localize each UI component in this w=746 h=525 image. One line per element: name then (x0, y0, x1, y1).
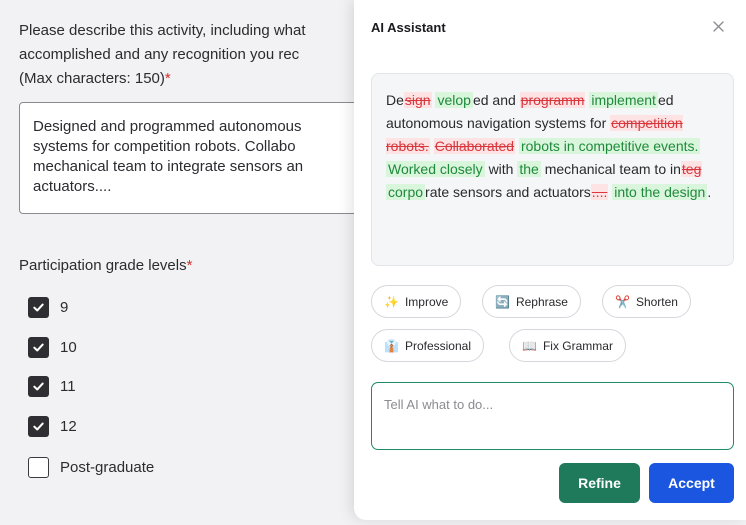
grade-option-post-graduate[interactable]: Post-graduate (28, 455, 154, 479)
question-line-1: Please describe this activity, including… (19, 22, 306, 39)
fix-grammar-button[interactable]: 📖 Fix Grammar (509, 329, 626, 362)
check-icon (33, 343, 44, 351)
improve-label: Improve (404, 294, 449, 309)
sparkles-icon: ✨ (384, 294, 399, 309)
shorten-button[interactable]: ✂️ Shorten (602, 285, 691, 318)
grade-label: 9 (60, 298, 69, 316)
unchanged-text: ed and (472, 92, 516, 108)
required-mark: * (164, 70, 171, 87)
question-line-2: accomplished and any recognition you rec (19, 46, 300, 63)
deleted-text: Collaborated (433, 138, 516, 154)
professional-icon: 👔 (384, 338, 399, 353)
check-icon (33, 303, 44, 311)
close-icon (712, 20, 724, 32)
inserted-text: Worked closely (386, 161, 485, 177)
inserted-text: corpo (386, 184, 426, 200)
inserted-text: robots in competitive events. (518, 138, 701, 154)
book-icon: 📖 (522, 338, 537, 353)
grade-label: 10 (60, 338, 77, 356)
accept-button[interactable]: Accept (649, 463, 734, 503)
inserted-text: velop (435, 92, 473, 108)
deleted-text: teg (680, 161, 703, 177)
ai-assistant-panel: AI Assistant Design velop ed and programm… (354, 0, 746, 520)
deleted-text: .... (590, 184, 609, 200)
checkbox[interactable] (28, 336, 49, 358)
grade-option-12[interactable]: 12 (28, 414, 77, 438)
inserted-text: into the design (612, 184, 708, 200)
checkbox[interactable] (28, 296, 49, 318)
unchanged-text: . (707, 184, 712, 200)
check-icon (33, 382, 44, 390)
unchanged-text: rate sensors and actuators (425, 184, 591, 200)
activity-form: Please describe this activity, including… (0, 0, 379, 525)
ai-instruction-input[interactable] (371, 382, 734, 450)
grade-label: 11 (60, 377, 76, 395)
checkbox[interactable] (28, 456, 49, 478)
question-line-3: (Max characters: 150) (19, 70, 165, 87)
checkbox[interactable] (28, 415, 49, 437)
grade-label: 12 (60, 417, 77, 435)
unchanged-text: mechanical team to in (544, 161, 681, 177)
close-button[interactable] (708, 16, 728, 36)
checkbox[interactable] (28, 375, 49, 397)
inserted-text: the (517, 161, 541, 177)
inserted-text: implement (589, 92, 658, 108)
rephrase-icon: 🔄 (495, 294, 510, 309)
question-text: Please describe this activity, including… (19, 19, 359, 91)
unchanged-text: with (488, 161, 514, 177)
deleted-text: programm (519, 92, 586, 108)
professional-label: Professional (404, 338, 471, 353)
rephrase-button[interactable]: 🔄 Rephrase (482, 285, 581, 318)
fix-grammar-label: Fix Grammar (542, 338, 613, 353)
grade-option-10[interactable]: 10 (28, 335, 77, 359)
check-icon (33, 422, 44, 430)
panel-title: AI Assistant (371, 20, 446, 35)
grade-label: Post-graduate (60, 458, 155, 476)
refine-button[interactable]: Refine (559, 463, 640, 503)
scissors-icon: ✂️ (615, 294, 630, 309)
professional-button[interactable]: 👔 Professional (371, 329, 484, 362)
grade-option-9[interactable]: 9 (28, 295, 68, 319)
deleted-text: sign (403, 92, 432, 108)
grade-levels-label: Participation grade levels* (19, 257, 193, 274)
rephrase-label: Rephrase (515, 294, 568, 309)
grade-option-11[interactable]: 11 (28, 374, 76, 398)
shorten-label: Shorten (635, 294, 678, 309)
improve-button[interactable]: ✨ Improve (371, 285, 462, 318)
description-field[interactable]: Designed and programmed autonomous syste… (19, 102, 379, 214)
suggestion-diff: Design velop ed and programm implement ed … (371, 73, 734, 266)
unchanged-text: De (386, 92, 404, 108)
